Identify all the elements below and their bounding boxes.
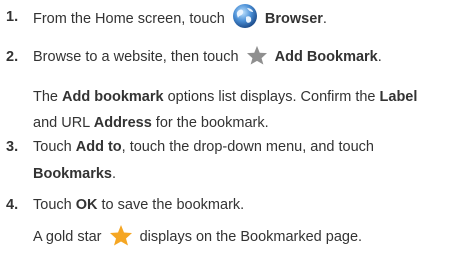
gold-star-icon [109,224,133,246]
step-2: 2. Browse to a website, then touch Add B… [0,46,469,70]
step-3: 3. Touch Add to, touch the drop-down men… [0,136,469,182]
step-4-note: A gold star displays on the Bookmarked p… [33,224,463,250]
step-2-note: The Add bookmark options list displays. … [33,89,418,131]
star-icon [246,45,268,65]
step-number: 1. [6,9,19,25]
browser-globe-icon [232,3,258,29]
step-text: From the Home screen, touch Browser. [33,4,327,29]
step-1: 1. From the Home screen, touch Browser. [0,4,469,30]
step-text-continued: Bookmarks. [33,166,117,182]
instruction-document: 1. From the Home screen, touch Browser. … [0,0,469,259]
step-text: Browse to a website, then touch Add Book… [33,46,382,65]
step-number: 4. [6,197,19,213]
step-number: 2. [6,49,19,65]
step-4: 4. Touch OK to save the bookmark. [0,194,469,218]
step-text: Touch Add to, touch the drop-down menu, … [33,139,374,155]
step-number: 3. [6,139,19,155]
step-text: Touch OK to save the bookmark. [33,197,245,213]
